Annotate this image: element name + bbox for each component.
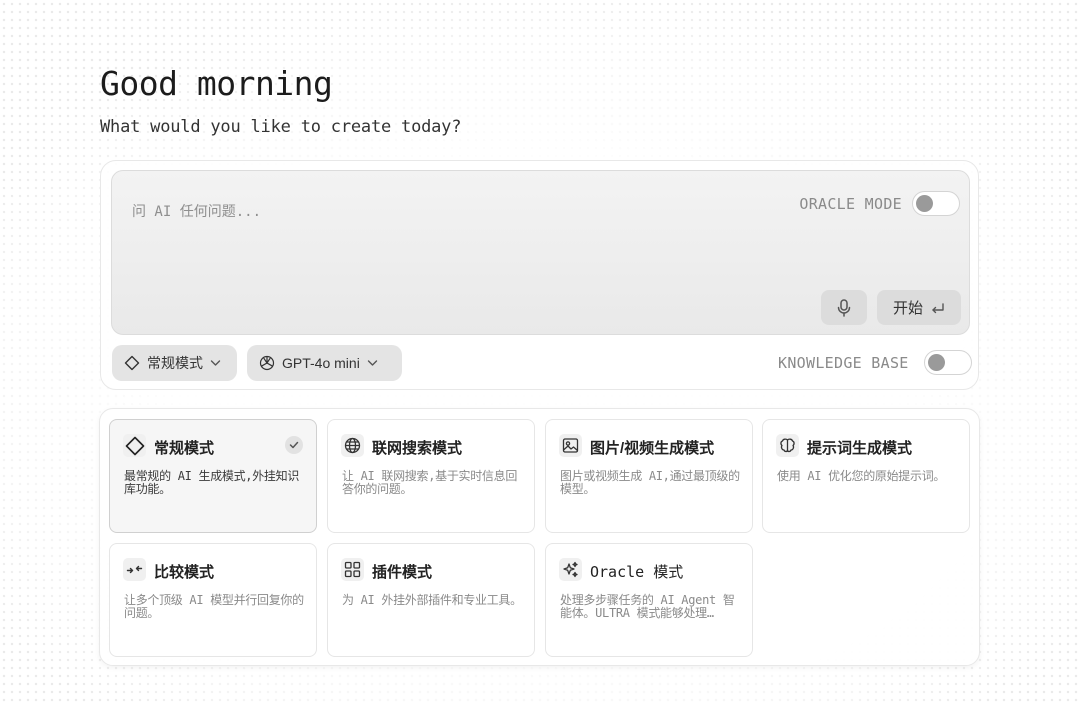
mode-card-title: 提示词生成模式: [807, 440, 913, 457]
mode-card-title: 比较模式: [154, 564, 215, 581]
knowledge-base-label: KNOWLEDGE BASE: [778, 354, 909, 372]
chevron-down-icon: [210, 359, 221, 367]
microphone-icon: [836, 298, 852, 317]
mode-card-prompt[interactable]: 提示词生成模式 使用 AI 优化您的原始提示词。: [762, 419, 970, 533]
model-select-label: GPT-4o mini: [282, 355, 360, 371]
mode-card-desc: 为 AI 外挂外部插件和专业工具。: [342, 593, 522, 607]
mode-card-standard[interactable]: 常规模式 最常规的 AI 生成模式,外挂知识库功能。: [109, 419, 317, 533]
mode-card-desc: 最常规的 AI 生成模式,外挂知识库功能。: [124, 469, 300, 496]
greeting-title: Good morning: [100, 64, 333, 103]
checkmark-icon: [285, 436, 303, 454]
mode-select-label: 常规模式: [147, 355, 203, 371]
brain-icon: [776, 434, 799, 457]
greeting-subtitle: What would you like to create today?: [100, 117, 462, 137]
mode-card-compare[interactable]: 比较模式 让多个顶级 AI 模型并行回复你的问题。: [109, 543, 317, 657]
mode-card-title: 插件模式: [372, 564, 433, 581]
mode-select[interactable]: 常规模式: [112, 345, 237, 381]
chevron-down-icon: [367, 359, 378, 367]
toggle-knob: [916, 195, 933, 212]
image-icon: [559, 434, 582, 457]
mode-card-title: Oracle 模式: [590, 563, 684, 581]
mode-card-desc: 让 AI 联网搜索,基于实时信息回答你的问题。: [342, 469, 518, 496]
compare-arrows-icon: [123, 558, 146, 581]
enter-icon: [931, 302, 945, 314]
mode-card-title: 联网搜索模式: [372, 440, 463, 457]
mode-card-desc: 让多个顶级 AI 模型并行回复你的问题。: [124, 593, 304, 620]
start-button[interactable]: 开始: [877, 290, 961, 325]
prompt-placeholder: 问 AI 任何问题...: [132, 204, 262, 220]
globe-icon: [341, 434, 364, 457]
sparkles-icon: [559, 558, 582, 581]
prompt-input[interactable]: 问 AI 任何问题... ORACLE MODE 开始: [111, 170, 970, 335]
mode-card-image-video[interactable]: 图片/视频生成模式 图片或视频生成 AI,通过最顶级的模型。: [545, 419, 753, 533]
mode-card-desc: 图片或视频生成 AI,通过最顶级的模型。: [560, 469, 740, 496]
start-button-label: 开始: [892, 300, 923, 317]
openai-icon: [259, 355, 275, 371]
mode-card-web-search[interactable]: 联网搜索模式 让 AI 联网搜索,基于实时信息回答你的问题。: [327, 419, 535, 533]
mode-card-plugin[interactable]: 插件模式 为 AI 外挂外部插件和专业工具。: [327, 543, 535, 657]
diamond-icon: [123, 434, 146, 457]
composer-panel: 问 AI 任何问题... ORACLE MODE 开始 常规模式 GPT-4o …: [100, 160, 979, 390]
mode-card-oracle[interactable]: Oracle 模式 处理多步骤任务的 AI Agent 智能体。ULTRA 模式…: [545, 543, 753, 657]
diamond-icon: [124, 355, 140, 371]
mode-grid: 常规模式 最常规的 AI 生成模式,外挂知识库功能。 联网搜索模式 让 AI 联…: [99, 408, 980, 666]
oracle-mode-label: ORACLE MODE: [799, 195, 902, 213]
model-select[interactable]: GPT-4o mini: [247, 345, 402, 381]
mode-card-title: 图片/视频生成模式: [590, 440, 715, 457]
mode-card-desc: 使用 AI 优化您的原始提示词。: [777, 469, 946, 483]
oracle-mode-toggle[interactable]: [912, 191, 960, 216]
mode-card-title: 常规模式: [154, 440, 215, 457]
grid-icon: [341, 558, 364, 581]
knowledge-base-toggle[interactable]: [924, 350, 972, 375]
microphone-button[interactable]: [821, 290, 867, 325]
toggle-knob: [928, 354, 945, 371]
mode-card-desc: 处理多步骤任务的 AI Agent 智能体。ULTRA 模式能够处理…: [560, 593, 735, 620]
